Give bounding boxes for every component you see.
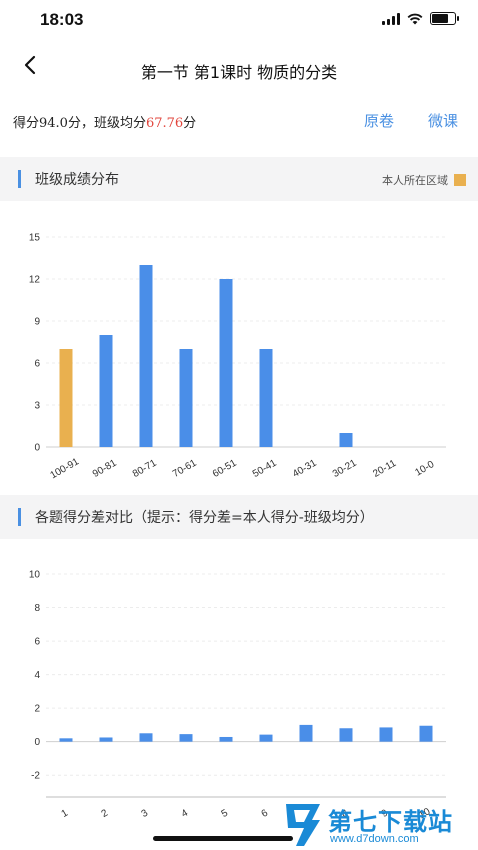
- bar-2-9: [379, 727, 393, 742]
- score-difference-chart: -2024681012345678910: [29, 570, 446, 821]
- watermark-text: 第七下载站: [328, 808, 453, 836]
- y-tick-label: 2: [34, 704, 40, 715]
- y-tick-label: 15: [29, 233, 41, 244]
- y-tick-label: 0: [34, 737, 40, 748]
- bar-2-8: [339, 728, 353, 742]
- x-tick-label: 20-11: [371, 458, 398, 480]
- score-summary: 得分94.0分，班级均分67.76分 原卷 微课: [0, 108, 478, 136]
- bar-1-50-41: [259, 349, 273, 447]
- section-title-distribution: 班级成绩分布: [35, 172, 119, 188]
- wifi-icon: [407, 13, 423, 24]
- bar-2-2: [99, 737, 113, 742]
- y-tick-label: 3: [34, 401, 40, 412]
- bar-2-7: [299, 724, 313, 742]
- x-tick-label: 90-81: [91, 457, 119, 480]
- bar-1-100-91: [59, 349, 73, 447]
- y-tick-label: 4: [34, 670, 40, 681]
- x-tick-label: 50-41: [251, 457, 279, 480]
- page-title: 第一节 第1课时 物质的分类: [140, 63, 338, 82]
- x-tick-label: 2: [100, 807, 111, 820]
- section-header-difference: 各题得分差对比（提示：得分差=本人得分-班级均分）: [0, 495, 478, 539]
- bar-2-6: [259, 734, 273, 742]
- cellular-signal-icon: [382, 12, 400, 25]
- class-average: 67.76: [145, 116, 184, 131]
- score-suffix: 分: [183, 116, 197, 131]
- chart-legend: 本人所在区域: [382, 172, 466, 188]
- watermark-url: www.d7down.com: [330, 833, 419, 845]
- x-tick-label: 4: [180, 807, 191, 820]
- home-indicator[interactable]: [153, 836, 293, 841]
- y-tick-label: 6: [34, 637, 40, 648]
- section-header-distribution: 班级成绩分布 本人所在区域: [0, 157, 478, 201]
- section-accent-bar: [18, 508, 21, 526]
- micro-lesson-link[interactable]: 微课: [428, 110, 458, 131]
- bar-2-10: [419, 725, 433, 742]
- status-icons: [382, 12, 459, 25]
- bar-1-70-61: [179, 349, 193, 447]
- x-tick-label: 100-91: [49, 456, 82, 481]
- status-time: 18:03: [40, 10, 84, 29]
- y-tick-label: 8: [34, 603, 40, 614]
- bar-1-80-71: [139, 265, 153, 447]
- bar-2-4: [179, 734, 193, 742]
- y-tick-label: 6: [34, 359, 40, 370]
- legend-swatch: [454, 174, 466, 186]
- x-tick-label: 10-0: [413, 459, 436, 479]
- score-text: 得分94.0分，班级均分67.76分: [13, 112, 196, 131]
- bar-1-90-81: [99, 335, 113, 447]
- score-distribution-chart: 0 3 6 9 12 15 100-91 90-81 80-71 70-61 60-51 50-41 4…: [29, 233, 446, 481]
- x-tick-label: 3: [140, 807, 151, 820]
- legend-label: 本人所在区域: [382, 174, 448, 187]
- section-accent-bar: [18, 170, 21, 188]
- y-tick-label: 10: [29, 570, 41, 581]
- x-tick-label: 6: [260, 807, 271, 820]
- bar-1-30-21: [339, 433, 353, 447]
- bar-1-60-51: [219, 279, 233, 447]
- bar-2-5: [219, 736, 233, 742]
- y-tick-label: -2: [31, 771, 40, 782]
- y-tick-label: 0: [34, 443, 40, 454]
- bar-2-1: [59, 738, 73, 742]
- x-tick-label: 1: [60, 807, 71, 820]
- site-watermark: 第七下载站 www.d7down.com: [282, 800, 478, 850]
- battery-icon: [430, 12, 459, 25]
- x-tick-label: 60-51: [211, 457, 239, 480]
- y-tick-label: 12: [29, 275, 41, 286]
- section-title-difference: 各题得分差对比（提示：得分差=本人得分-班级均分）: [35, 510, 374, 526]
- x-tick-label: 5: [220, 807, 231, 820]
- x-tick-label: 40-31: [291, 457, 319, 480]
- original-paper-link[interactable]: 原卷: [364, 110, 394, 131]
- bar-2-3: [139, 733, 153, 742]
- y-tick-label: 9: [34, 317, 40, 328]
- x-tick-label: 30-21: [331, 457, 359, 480]
- x-tick-label: 80-71: [131, 457, 159, 480]
- status-bar: 18:03: [0, 0, 478, 40]
- score-prefix: 得分94.0分，班级均分: [13, 116, 146, 131]
- x-tick-label: 70-61: [171, 457, 199, 480]
- nav-bar: 第一节 第1课时 物质的分类: [0, 45, 478, 91]
